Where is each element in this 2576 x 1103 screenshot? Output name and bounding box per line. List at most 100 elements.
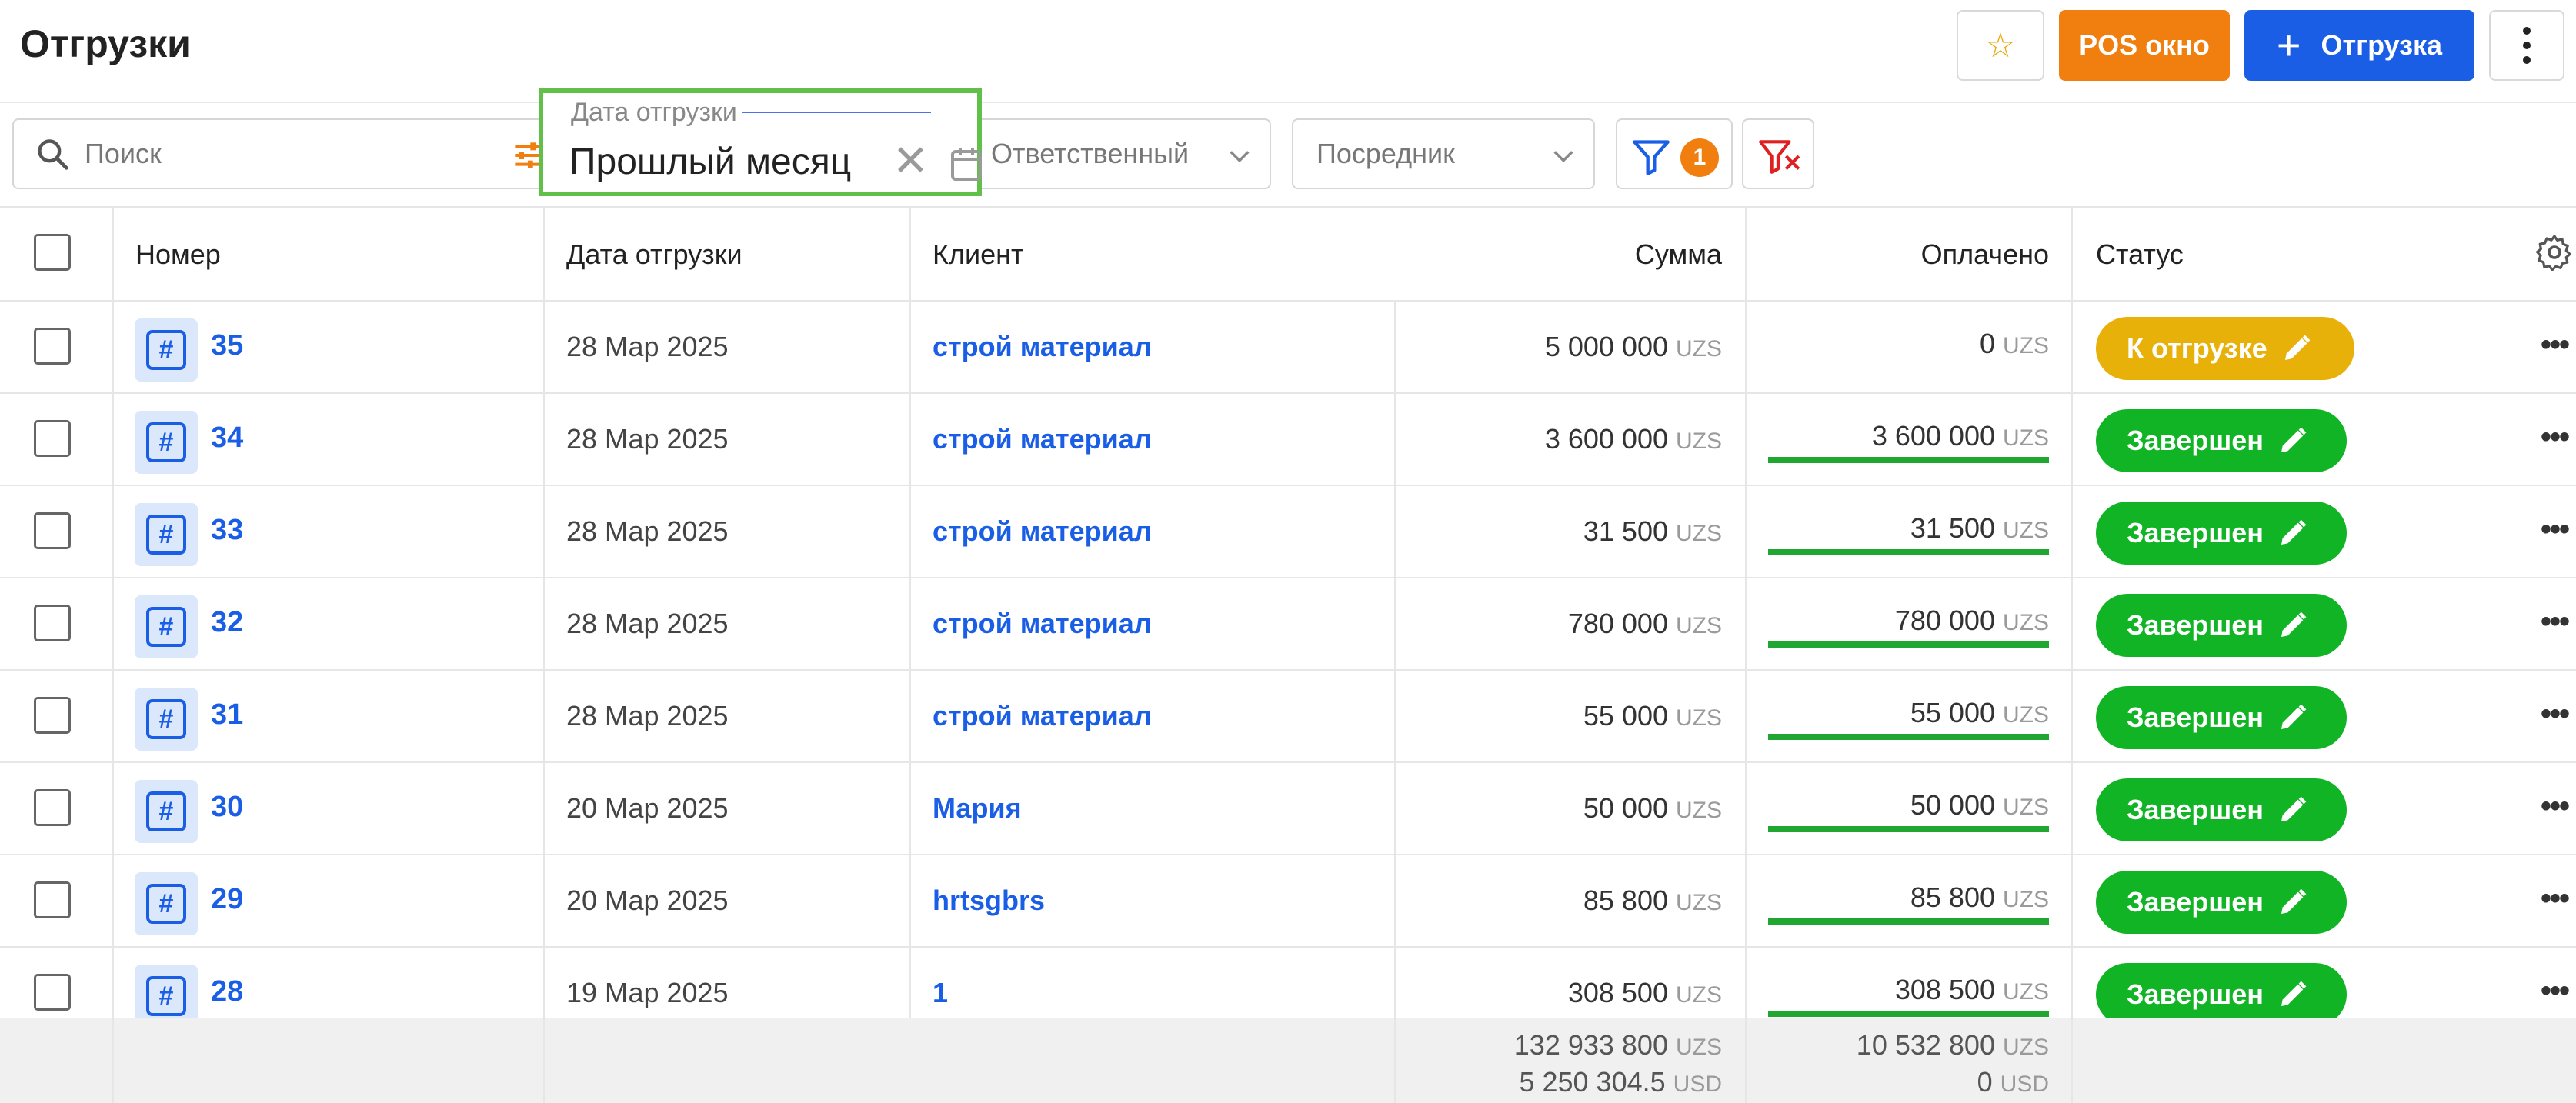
table-row[interactable]: #35 28 Мар 2025 строй материал 5 000 000 UZ… <box>0 300 2576 392</box>
total-sum-usd-value: 5 250 304.5 <box>1519 1066 1666 1098</box>
add-shipment-button[interactable]: + Отгрузка <box>2244 10 2474 81</box>
client-link[interactable]: строй материал <box>933 423 1152 455</box>
status-label: Завершен <box>2127 517 2264 548</box>
client-link[interactable]: строй материал <box>933 515 1152 548</box>
status-button[interactable]: Завершен <box>2096 409 2347 472</box>
responsible-select[interactable]: Ответственный <box>982 118 1271 189</box>
status-button[interactable]: Завершен <box>2096 963 2347 1026</box>
sum-cell: 50 000 UZS <box>1583 792 1722 825</box>
shipment-number-link[interactable]: 34 <box>211 422 243 455</box>
row-more-menu[interactable]: ••• <box>2541 328 2570 362</box>
column-header-sum[interactable]: Сумма <box>1635 238 1722 271</box>
table-row[interactable]: #30 20 Мар 2025 Мария 50 000 UZS 50 000 UZS З… <box>0 761 2576 854</box>
gear-icon[interactable] <box>2536 234 2573 271</box>
shipment-number-link[interactable]: 32 <box>211 606 243 639</box>
hash-icon[interactable]: # <box>135 688 198 751</box>
client-link[interactable]: 1 <box>933 977 948 1009</box>
row-more-menu[interactable]: ••• <box>2541 881 2570 916</box>
agent-select[interactable]: Посредник <box>1292 118 1595 189</box>
client-link[interactable]: строй материал <box>933 700 1152 732</box>
hash-icon[interactable]: # <box>135 318 198 382</box>
hash-icon[interactable]: # <box>135 872 198 935</box>
hash-icon[interactable]: # <box>135 411 198 474</box>
table-row[interactable]: #29 20 Мар 2025 hrtsgbrs 85 800 UZS 85 800 U… <box>0 854 2576 946</box>
currency-label: UZS <box>1676 798 1722 823</box>
row-more-menu[interactable]: ••• <box>2541 420 2570 455</box>
row-checkbox[interactable] <box>34 974 71 1011</box>
shipment-date: 28 Мар 2025 <box>566 515 729 547</box>
shipment-number-link[interactable]: 33 <box>211 514 243 547</box>
shipment-number-link[interactable]: 28 <box>211 975 243 1008</box>
client-link[interactable]: строй материал <box>933 608 1152 640</box>
search-input[interactable] <box>83 137 452 171</box>
row-checkbox[interactable] <box>34 697 71 734</box>
pencil-icon <box>2281 888 2307 914</box>
column-divider <box>112 1018 114 1103</box>
column-header-status[interactable]: Статус <box>2096 238 2184 271</box>
close-icon[interactable]: ✕ <box>893 139 929 182</box>
shipment-date-filter[interactable]: Дата отгрузки Прошлый месяц ✕ <box>539 88 982 196</box>
sum-value: 55 000 <box>1583 700 1668 731</box>
hash-icon[interactable]: # <box>135 780 198 843</box>
shipment-date: 28 Мар 2025 <box>566 331 729 362</box>
client-link[interactable]: строй материал <box>933 331 1152 363</box>
column-divider <box>2071 1018 2073 1103</box>
sum-value: 85 800 <box>1583 885 1668 916</box>
table-row[interactable]: #33 28 Мар 2025 строй материал 31 500 UZS 31… <box>0 485 2576 577</box>
column-header-client[interactable]: Клиент <box>933 238 1023 271</box>
row-checkbox[interactable] <box>34 328 71 365</box>
pencil-icon <box>2281 519 2307 545</box>
row-checkbox[interactable] <box>34 420 71 457</box>
row-checkbox[interactable] <box>34 605 71 641</box>
column-header-date[interactable]: Дата отгрузки <box>566 238 742 271</box>
search-field[interactable] <box>12 118 551 189</box>
table-row[interactable]: #31 28 Мар 2025 строй материал 55 000 UZS 55… <box>0 669 2576 761</box>
hash-icon[interactable]: # <box>135 503 198 566</box>
page-title: Отгрузки <box>20 22 191 65</box>
paid-cell: 3 600 000 UZS <box>1872 420 2049 452</box>
status-button[interactable]: К отгрузке <box>2096 317 2354 380</box>
client-link[interactable]: Мария <box>933 792 1022 825</box>
column-header-paid[interactable]: Оплачено <box>1921 238 2049 271</box>
row-more-menu[interactable]: ••• <box>2541 697 2570 731</box>
table-row[interactable]: #34 28 Мар 2025 строй материал 3 600 000 UZ… <box>0 392 2576 485</box>
hash-icon[interactable]: # <box>135 595 198 658</box>
pos-window-button[interactable]: POS окно <box>2059 10 2230 81</box>
currency-label: UZS <box>2003 333 2049 358</box>
shipment-number-link[interactable]: 35 <box>211 329 243 362</box>
status-button[interactable]: Завершен <box>2096 778 2347 841</box>
shipment-date: 28 Мар 2025 <box>566 608 729 639</box>
currency-label: UZS <box>2003 518 2049 543</box>
shipment-number-link[interactable]: 31 <box>211 698 243 731</box>
row-checkbox[interactable] <box>34 789 71 826</box>
clear-filters-button[interactable] <box>1742 118 1814 189</box>
row-more-menu[interactable]: ••• <box>2541 512 2570 547</box>
paid-cell: 780 000 UZS <box>1895 605 2049 637</box>
row-checkbox[interactable] <box>34 881 71 918</box>
currency-label: UZS <box>2003 887 2049 912</box>
paid-progress-bar <box>1768 918 2049 925</box>
table-row[interactable]: #32 28 Мар 2025 строй материал 780 000 UZS 7… <box>0 577 2576 669</box>
row-more-menu[interactable]: ••• <box>2541 789 2570 824</box>
row-more-menu[interactable]: ••• <box>2541 605 2570 639</box>
shipment-number-link[interactable]: 30 <box>211 791 243 824</box>
favorite-button[interactable]: ☆ <box>1957 10 2044 81</box>
row-more-menu[interactable]: ••• <box>2541 974 2570 1008</box>
filter-button[interactable]: 1 <box>1616 118 1733 189</box>
status-button[interactable]: Завершен <box>2096 871 2347 934</box>
paid-value: 50 000 <box>1910 789 1995 821</box>
shipment-number-link[interactable]: 29 <box>211 883 243 916</box>
select-all-checkbox[interactable] <box>34 234 71 271</box>
status-button[interactable]: Завершен <box>2096 686 2347 749</box>
column-divider <box>543 1018 545 1103</box>
calendar-icon[interactable] <box>951 147 982 181</box>
hash-icon-glyph: # <box>146 976 186 1016</box>
hash-icon-glyph: # <box>146 607 186 647</box>
row-checkbox[interactable] <box>34 512 71 549</box>
status-button[interactable]: Завершен <box>2096 502 2347 565</box>
more-menu-button[interactable] <box>2489 10 2564 81</box>
column-header-number[interactable]: Номер <box>135 238 221 271</box>
sum-value: 780 000 <box>1567 608 1668 639</box>
status-button[interactable]: Завершен <box>2096 594 2347 657</box>
client-link[interactable]: hrtsgbrs <box>933 885 1045 917</box>
